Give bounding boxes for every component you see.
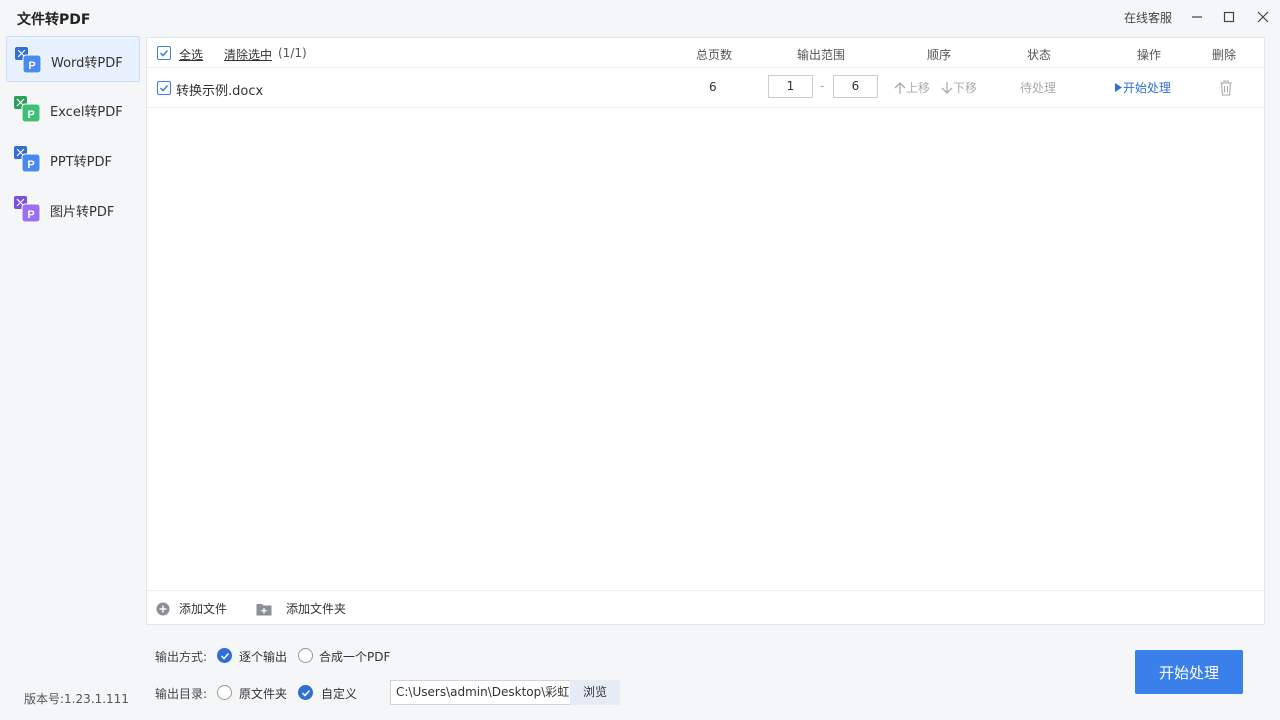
add-folder-label: 添加文件夹	[286, 602, 347, 616]
plus-circle-icon	[156, 602, 170, 615]
image-to-pdf-icon: P	[14, 196, 41, 223]
output-mode-label: 输出方式:	[155, 650, 208, 664]
arrow-down-icon	[941, 81, 953, 94]
range-from-input[interactable]: 1	[768, 75, 813, 98]
close-icon	[1257, 11, 1269, 23]
output-merge-label: 合成一个PDF	[319, 650, 391, 664]
move-up-label: 上移	[906, 81, 931, 95]
maximize-button[interactable]	[1218, 6, 1240, 28]
svg-text:P: P	[27, 209, 34, 221]
table-row: 转换示例.docx 6 1 - 6 上移 下移 待处理 开始处理	[147, 68, 1264, 108]
start-row-label: 开始处理	[1123, 81, 1172, 95]
sidebar-item-label: 图片转PDF	[50, 205, 115, 220]
sidebar-item-image-to-pdf[interactable]: P 图片转PDF	[6, 186, 140, 232]
column-header-pages: 总页数	[696, 48, 733, 62]
dir-custom-radio[interactable]	[298, 685, 313, 700]
svg-text:P: P	[27, 109, 34, 121]
app-title: 文件转PDF	[17, 12, 91, 28]
move-down-button[interactable]: 下移	[941, 79, 977, 96]
add-file-label: 添加文件	[179, 602, 228, 616]
ppt-to-pdf-icon: P	[14, 146, 41, 173]
sidebar-item-label: Excel转PDF	[50, 105, 123, 120]
clear-selection-link[interactable]: 清除选中	[224, 46, 272, 63]
row-checkbox[interactable]	[157, 81, 171, 95]
column-header-status: 状态	[1027, 48, 1052, 62]
play-icon	[1115, 83, 1122, 92]
excel-to-pdf-icon: P	[14, 96, 41, 123]
range-to-input[interactable]: 6	[833, 75, 878, 98]
select-all-link[interactable]: 全选	[179, 46, 203, 63]
column-header-range: 输出范围	[797, 48, 846, 62]
start-processing-button[interactable]: 开始处理	[1135, 650, 1243, 694]
output-merge-radio[interactable]	[298, 648, 313, 663]
output-each-label: 逐个输出	[239, 650, 288, 664]
output-path-field[interactable]: C:\Users\admin\Desktop\彩虹	[390, 680, 572, 705]
svg-text:P: P	[28, 60, 35, 72]
browse-button[interactable]: 浏览	[570, 680, 620, 705]
checkmark-icon	[220, 652, 229, 660]
selection-count: (1/1)	[278, 46, 307, 60]
move-up-button[interactable]: 上移	[894, 79, 930, 96]
version-label: 版本号:1.23.1.111	[24, 692, 129, 706]
file-name: 转换示例.docx	[176, 84, 264, 99]
add-folder-button[interactable]: 添加文件夹	[256, 600, 346, 617]
trash-icon[interactable]	[1219, 80, 1233, 96]
sidebar-item-word-to-pdf[interactable]: P Word转PDF	[6, 36, 140, 82]
minimize-button[interactable]	[1186, 6, 1208, 28]
add-file-button[interactable]: 添加文件	[156, 600, 227, 617]
svg-text:P: P	[27, 159, 34, 171]
output-dir-label: 输出目录:	[155, 687, 208, 701]
dir-original-label: 原文件夹	[239, 687, 288, 701]
status-text: 待处理	[1020, 81, 1057, 95]
add-bar: 添加文件 添加文件夹	[147, 590, 1264, 624]
sidebar-item-label: PPT转PDF	[50, 155, 112, 170]
select-all-checkbox[interactable]	[157, 46, 171, 60]
output-each-radio[interactable]	[217, 648, 232, 663]
file-list-panel: 全选 清除选中 (1/1) 总页数 输出范围 顺序 状态 操作 删除 转换示例.…	[146, 37, 1265, 625]
column-header-delete: 删除	[1212, 48, 1237, 62]
sidebar-item-label: Word转PDF	[51, 56, 123, 71]
close-button[interactable]	[1252, 6, 1274, 28]
checkmark-icon	[301, 689, 310, 697]
arrow-up-icon	[894, 81, 906, 94]
maximize-icon	[1223, 11, 1235, 23]
folder-plus-icon	[256, 603, 272, 615]
sidebar: P Word转PDF P Excel转PDF P PPT转PDF P 图片转PD…	[6, 34, 140, 254]
range-separator: -	[820, 79, 825, 93]
dir-original-radio[interactable]	[217, 685, 232, 700]
column-header-order: 顺序	[927, 48, 952, 62]
list-header: 全选 清除选中 (1/1) 总页数 输出范围 顺序 状态 操作 删除	[147, 38, 1264, 68]
word-to-pdf-icon: P	[15, 47, 42, 74]
start-row-button[interactable]: 开始处理	[1114, 79, 1171, 96]
column-header-action: 操作	[1137, 48, 1162, 62]
checkmark-icon	[159, 49, 169, 57]
dir-custom-label: 自定义	[321, 687, 358, 701]
sidebar-item-ppt-to-pdf[interactable]: P PPT转PDF	[6, 136, 140, 182]
checkmark-icon	[159, 84, 169, 92]
title-bar: 文件转PDF 在线客服	[0, 0, 1280, 34]
sidebar-item-excel-to-pdf[interactable]: P Excel转PDF	[6, 86, 140, 132]
online-support-link[interactable]: 在线客服	[1124, 9, 1172, 26]
page-count: 6	[709, 80, 717, 94]
move-down-label: 下移	[953, 81, 978, 95]
minimize-icon	[1192, 16, 1202, 18]
